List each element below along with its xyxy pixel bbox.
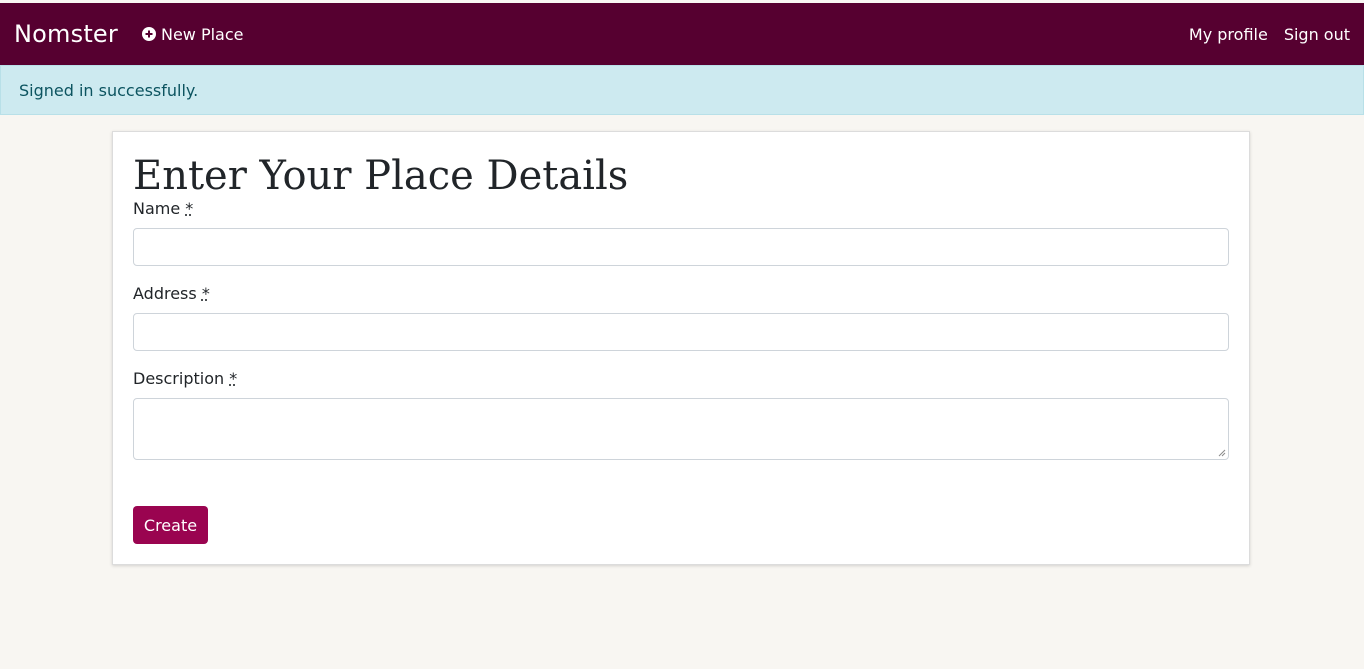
- flash-alert: Signed in successfully.: [0, 65, 1364, 115]
- page-title: Enter Your Place Details: [133, 153, 629, 199]
- alert-message: Signed in successfully.: [19, 80, 199, 100]
- page: Nomster New Place My profile Sign out Si…: [0, 0, 1364, 669]
- my-profile-link[interactable]: My profile: [1189, 25, 1268, 44]
- description-textarea[interactable]: [133, 398, 1229, 460]
- nav-right-group: My profile Sign out: [1189, 25, 1350, 44]
- top-navbar: Nomster New Place My profile Sign out: [0, 3, 1364, 65]
- create-button[interactable]: Create: [133, 506, 208, 544]
- place-form-card: Enter Your Place Details Name * Address …: [112, 131, 1250, 565]
- new-place-label: New Place: [160, 24, 244, 44]
- description-field-group: Description *: [133, 369, 1229, 460]
- description-label-text: Description: [133, 369, 225, 388]
- resize-grip-icon[interactable]: [1218, 449, 1226, 457]
- address-field-group: Address *: [133, 284, 1229, 351]
- address-input[interactable]: [133, 313, 1229, 351]
- brand-logo[interactable]: Nomster: [14, 20, 118, 48]
- required-mark: *: [201, 284, 210, 303]
- name-label-text: Name: [133, 199, 181, 218]
- description-label: Description *: [133, 369, 1229, 388]
- required-mark: *: [229, 369, 238, 388]
- address-label: Address *: [133, 284, 1229, 303]
- required-mark: *: [185, 199, 194, 218]
- name-field-group: Name *: [133, 199, 1229, 266]
- address-label-text: Address: [133, 284, 197, 303]
- name-label: Name *: [133, 199, 1229, 218]
- new-place-link[interactable]: New Place: [141, 24, 244, 44]
- sign-out-link[interactable]: Sign out: [1284, 25, 1350, 44]
- name-input[interactable]: [133, 228, 1229, 266]
- plus-circle-icon: [141, 27, 156, 41]
